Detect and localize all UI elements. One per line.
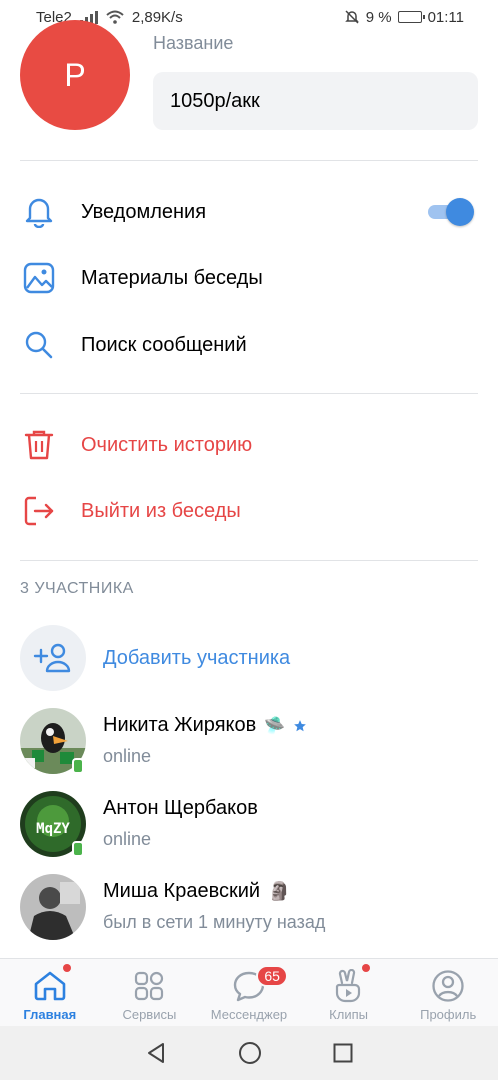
online-indicator <box>72 841 84 857</box>
clear-history-row[interactable]: Очистить историю <box>0 415 498 475</box>
system-nav-bar <box>0 1026 498 1080</box>
tab-services[interactable]: Сервисы <box>100 959 200 1026</box>
search-messages-label: Поиск сообщений <box>81 333 247 356</box>
member-status: online <box>103 746 152 766</box>
notifications-toggle[interactable] <box>428 198 474 226</box>
logout-icon <box>22 494 56 528</box>
divider <box>20 560 478 561</box>
profile-icon <box>430 968 466 1004</box>
member-row[interactable]: MqZY Антон Щербаков online <box>0 791 498 871</box>
recents-icon[interactable] <box>333 1043 353 1063</box>
unread-badge: 65 <box>256 965 289 987</box>
clear-history-label: Очистить историю <box>81 433 253 456</box>
bell-icon <box>22 195 56 229</box>
member-name: Никита Жиряков <box>103 714 257 736</box>
notifications-row[interactable]: Уведомления <box>0 182 498 242</box>
avatar <box>20 874 86 940</box>
chat-name-value: 1050р/акк <box>170 89 260 112</box>
svg-text:MqZY: MqZY <box>36 821 70 837</box>
member-row[interactable]: Никита Жиряков 🛸 online <box>0 708 498 788</box>
tab-home-label: Главная <box>23 1007 77 1022</box>
clips-icon <box>331 968 367 1004</box>
member-emoji: 🛸 <box>264 715 286 735</box>
back-icon[interactable] <box>145 1042 167 1064</box>
chat-avatar[interactable]: Р <box>20 20 130 130</box>
bottom-tab-bar: Главная Сервисы 65 Мессенджер Клипы Проф… <box>0 958 498 1026</box>
tab-clips-label: Клипы <box>329 1007 368 1022</box>
network-speed: 2,89K/s <box>131 8 183 26</box>
divider <box>20 393 478 394</box>
tab-profile-label: Профиль <box>420 1007 477 1022</box>
services-icon <box>131 968 167 1004</box>
member-name: Антон Щербаков <box>103 797 258 819</box>
mute-bell-icon <box>344 10 359 24</box>
search-icon <box>22 328 56 362</box>
trash-icon <box>22 428 56 462</box>
chat-name-field[interactable]: 1050р/акк <box>153 72 478 130</box>
materials-label: Материалы беседы <box>81 266 263 289</box>
tab-messenger-label: Мессенджер <box>210 1007 288 1022</box>
star-icon <box>294 719 307 731</box>
tab-profile[interactable]: Профиль <box>398 959 498 1026</box>
tab-clips[interactable]: Клипы <box>299 959 399 1026</box>
add-member-label[interactable]: Добавить участника <box>103 647 290 670</box>
add-member-button[interactable] <box>20 625 86 691</box>
member-name: Миша Краевский <box>103 880 261 902</box>
materials-row[interactable]: Материалы беседы <box>0 248 498 308</box>
home-icon <box>32 968 68 1004</box>
wifi-icon <box>106 10 124 24</box>
search-messages-row[interactable]: Поиск сообщений <box>0 315 498 375</box>
clock: 01:11 <box>427 8 464 26</box>
member-status: был в сети 1 минуту назад <box>103 912 326 932</box>
member-row[interactable]: Миша Краевский 🗿 был в сети 1 минуту наз… <box>0 874 498 954</box>
tab-messenger[interactable]: 65 Мессенджер <box>199 959 299 1026</box>
member-emoji: 🗿 <box>268 881 291 901</box>
members-count-title: 3 УЧАСТНИКА <box>20 580 134 597</box>
online-indicator <box>72 758 84 774</box>
home-nav-icon[interactable] <box>238 1041 262 1065</box>
member-status: online <box>103 829 152 849</box>
divider <box>20 160 478 161</box>
name-label: Название <box>153 33 234 53</box>
add-user-icon <box>33 643 71 673</box>
battery-percent: 9 % <box>365 8 392 26</box>
notifications-label: Уведомления <box>81 200 207 223</box>
leave-chat-label: Выйти из беседы <box>81 499 241 522</box>
tab-home[interactable]: Главная <box>0 959 100 1026</box>
battery-icon <box>397 11 425 23</box>
chat-avatar-letter: Р <box>64 56 86 93</box>
image-icon <box>22 261 56 295</box>
leave-chat-row[interactable]: Выйти из беседы <box>0 481 498 541</box>
notification-dot <box>361 964 370 972</box>
tab-services-label: Сервисы <box>122 1007 177 1022</box>
notification-dot <box>63 964 71 972</box>
